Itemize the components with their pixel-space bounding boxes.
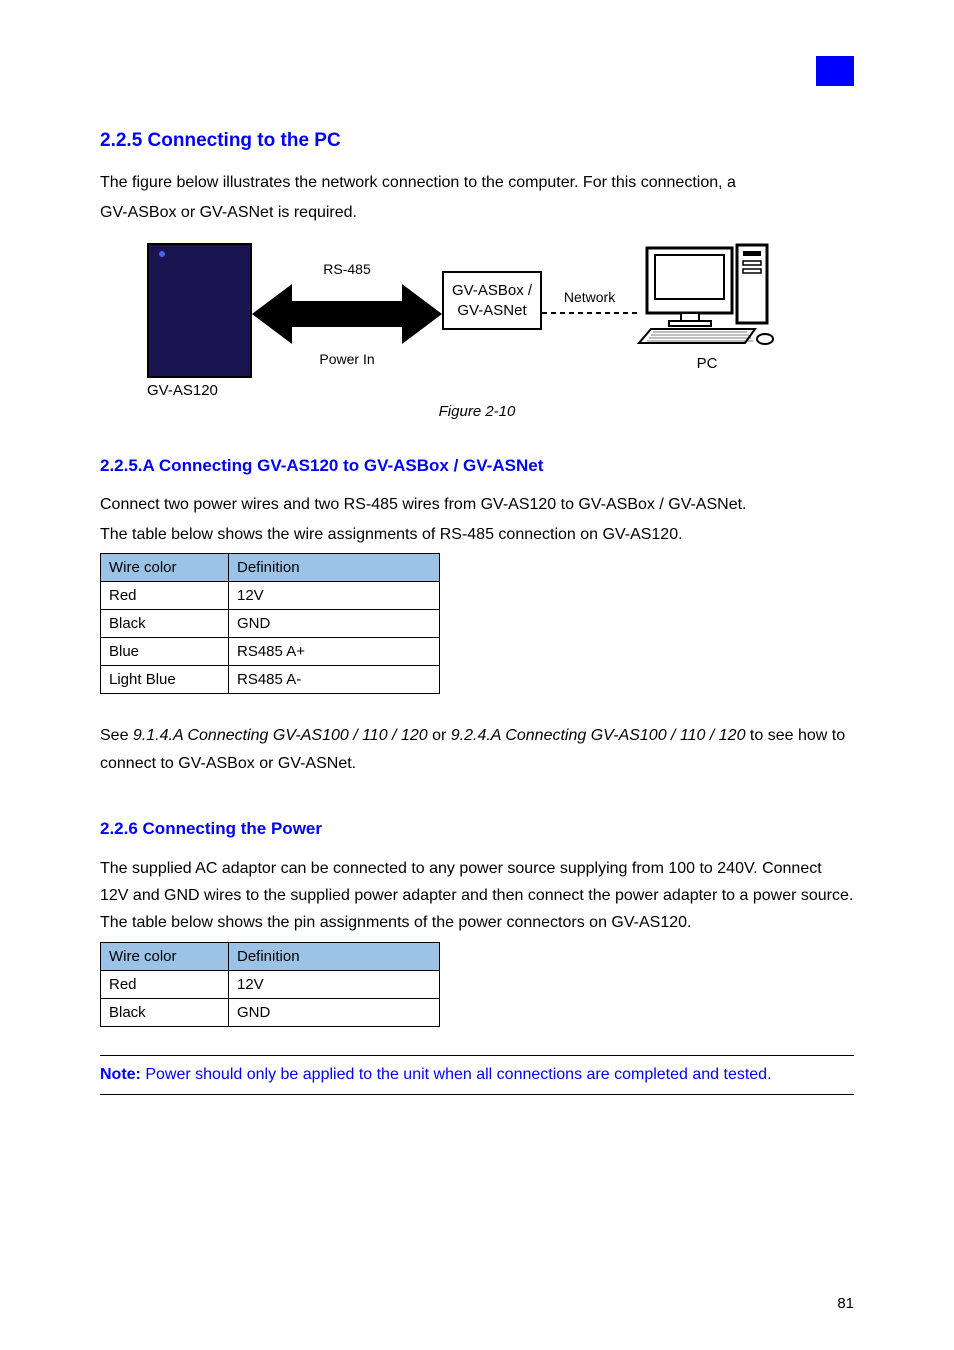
cell: Black xyxy=(101,610,229,638)
page-number: 81 xyxy=(837,1295,854,1312)
table-row: Red 12V xyxy=(101,582,440,610)
chapter-number: 2 xyxy=(802,56,814,82)
cell: 12V xyxy=(229,971,440,999)
asbox-asnet-box: GV-ASBox / GV-ASNet xyxy=(442,271,542,330)
middle-box-column: GV-ASBox / GV-ASNet xyxy=(442,243,542,330)
figure-label: Figure 2-10 xyxy=(147,403,807,420)
dashed-line-icon xyxy=(542,309,637,317)
page: 2 2.2.5 Connecting to the PC The figure … xyxy=(0,0,954,1350)
note-block: Note: Power should only be applied to th… xyxy=(100,1055,854,1095)
network-label: Network xyxy=(564,289,615,305)
cell: RS485 A- xyxy=(229,666,440,694)
diagram-row: GV-AS120 RS-485 Power In GV-ASBox / GV-A… xyxy=(147,243,807,399)
section-title: 2.2.5 Connecting to the PC xyxy=(100,130,854,152)
network-column: Network xyxy=(542,243,637,317)
pc-column: PC xyxy=(637,243,777,372)
wire-table-a: Wire color Definition Red 12V Black GND … xyxy=(100,553,440,694)
see-ref-1: 9.1.4.A Connecting GV-AS100 / 110 / 120 xyxy=(133,727,428,744)
note-text: Power should only be applied to the unit… xyxy=(141,1066,772,1083)
table-row: Blue RS485 A+ xyxy=(101,638,440,666)
subsection-a-title: 2.2.5.A Connecting GV-AS120 to GV-ASBox … xyxy=(100,456,854,476)
rs485-label: RS-485 xyxy=(323,261,370,277)
device-caption: GV-AS120 xyxy=(147,382,252,399)
table-header-row: Wire color Definition xyxy=(101,554,440,582)
sub-a-p2: The table below shows the wire assignmen… xyxy=(100,522,854,548)
th-wire-color: Wire color xyxy=(101,554,229,582)
pc-caption: PC xyxy=(697,355,718,372)
device-box xyxy=(147,243,252,378)
double-arrow-icon xyxy=(252,279,442,349)
chapter-color-box xyxy=(816,56,854,86)
th-wire-color: Wire color xyxy=(101,943,229,971)
table-row: Black GND xyxy=(101,999,440,1027)
cell: GND xyxy=(229,610,440,638)
cell: Black xyxy=(101,999,229,1027)
device-column: GV-AS120 xyxy=(147,243,252,399)
cell: RS485 A+ xyxy=(229,638,440,666)
note-label: Note: xyxy=(100,1066,141,1083)
intro-line-1: The figure below illustrates the network… xyxy=(100,170,854,196)
cell: GND xyxy=(229,999,440,1027)
th-definition: Definition xyxy=(229,943,440,971)
see-mid: or xyxy=(428,727,451,744)
cell: 12V xyxy=(229,582,440,610)
cell: Red xyxy=(101,971,229,999)
diagram-container: GV-AS120 RS-485 Power In GV-ASBox / GV-A… xyxy=(100,243,854,420)
cell: Red xyxy=(101,582,229,610)
table-header-row: Wire color Definition xyxy=(101,943,440,971)
cell: Blue xyxy=(101,638,229,666)
table-row: Black GND xyxy=(101,610,440,638)
cell: Light Blue xyxy=(101,666,229,694)
see-ref-2: 9.2.4.A Connecting GV-AS100 / 110 / 120 xyxy=(451,727,746,744)
pc-icon xyxy=(637,243,777,353)
wire-table-b: Wire color Definition Red 12V Black GND xyxy=(100,942,440,1027)
sub-a-p1: Connect two power wires and two RS-485 w… xyxy=(100,492,854,518)
power-in-label: Power In xyxy=(319,351,374,367)
connection-diagram: GV-AS120 RS-485 Power In GV-ASBox / GV-A… xyxy=(147,243,807,420)
intro-line-2: GV-ASBox or GV-ASNet is required. xyxy=(100,200,854,226)
see-paragraph: See 9.1.4.A Connecting GV-AS100 / 110 / … xyxy=(100,722,854,776)
table-row: Red 12V xyxy=(101,971,440,999)
th-definition: Definition xyxy=(229,554,440,582)
sub-b-p1: The supplied AC adaptor can be connected… xyxy=(100,855,854,937)
table-row: Light Blue RS485 A- xyxy=(101,666,440,694)
arrow-column: RS-485 Power In xyxy=(252,243,442,367)
mid-box-line1: GV-ASBox / xyxy=(452,282,532,299)
see-pre: See xyxy=(100,727,133,744)
subsection-b-title: 2.2.6 Connecting the Power xyxy=(100,819,854,839)
mid-box-line2: GV-ASNet xyxy=(457,302,526,319)
